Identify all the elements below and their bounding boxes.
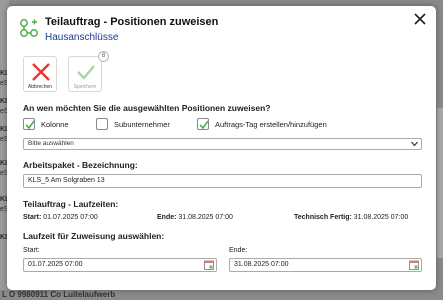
runtime-end-label: Ende:: [157, 214, 177, 221]
assignee-select[interactable]: Bitte auswählen: [23, 138, 422, 150]
period-end-value: 31.08.2025 07:00: [234, 261, 289, 268]
cancel-button[interactable]: Abbrechen: [23, 56, 57, 92]
chevron-down-icon: [411, 141, 418, 147]
runtime-end-value: 31.08.2025 07:00: [178, 214, 233, 221]
assign-question: An wen möchten Sie die ausgewählten Posi…: [23, 103, 271, 113]
hierarchy-icon: [20, 19, 38, 37]
background-right-panel: [437, 108, 443, 258]
kolonne-label: Kolonne: [41, 120, 69, 129]
checkmark-icon: [199, 120, 209, 130]
runtime-start: Start: 01.07.2025 07:00: [23, 214, 98, 221]
auftrags-tag-label: Auftrags-Tag erstellen/hinzufügen: [215, 120, 327, 129]
runtime-tech: Technisch Fertig: 31.08.2025 07:00: [294, 214, 408, 221]
save-button[interactable]: Speichern: [68, 56, 102, 92]
save-button-label: Speichern: [73, 84, 97, 90]
assignee-select-value: Bitte auswählen: [28, 140, 74, 147]
dialog-subtitle[interactable]: Hausanschlüsse: [45, 32, 118, 43]
period-start-input[interactable]: 01.07.2025 07:00: [23, 258, 217, 272]
close-icon[interactable]: [413, 12, 427, 26]
runtimes-label: Teilauftrag - Laufzeiten:: [23, 199, 119, 209]
calendar-icon[interactable]: [204, 260, 214, 270]
save-count-badge: 8: [98, 51, 109, 62]
runtime-end: Ende: 31.08.2025 07:00: [157, 214, 233, 221]
kolonne-checkbox[interactable]: [23, 118, 35, 130]
assign-dialog: Teilauftrag - Positionen zuweisen Hausan…: [7, 6, 436, 290]
background-bottom-row: L O 9980911 Co Luitelaufwerb: [0, 290, 443, 300]
dialog-title: Teilauftrag - Positionen zuweisen: [45, 16, 219, 28]
period-start-label: Start:: [23, 247, 40, 254]
checkmark-icon: [77, 65, 95, 80]
calendar-icon[interactable]: [409, 260, 419, 270]
auftrags-tag-checkbox[interactable]: [197, 118, 209, 130]
work-package-label: Arbeitspaket - Bezeichnung:: [23, 160, 138, 170]
cancel-x-icon: [32, 63, 50, 81]
runtime-start-label: Start:: [23, 214, 42, 221]
checkmark-icon: [25, 120, 35, 130]
subunternehmer-label: Subunternehmer: [114, 120, 170, 129]
period-end-label: Ende:: [229, 247, 248, 254]
assignment-period-label: Laufzeit für Zuweisung auswählen:: [23, 231, 165, 241]
dialog-header: Teilauftrag - Positionen zuweisen Hausan…: [7, 6, 436, 48]
period-end-input[interactable]: 31.08.2025 07:00: [229, 258, 422, 272]
period-start-value: 01.07.2025 07:00: [28, 261, 83, 268]
work-package-input[interactable]: KLS_5 Am Solgraben 13: [23, 174, 422, 188]
subunternehmer-checkbox[interactable]: [96, 118, 108, 130]
runtime-tech-value: 31.08.2025 07:00: [353, 214, 409, 221]
runtime-start-value: 01.07.2025 07:00: [43, 214, 98, 221]
runtime-tech-label: Technisch Fertig:: [294, 214, 352, 221]
cancel-button-label: Abbrechen: [27, 84, 53, 90]
